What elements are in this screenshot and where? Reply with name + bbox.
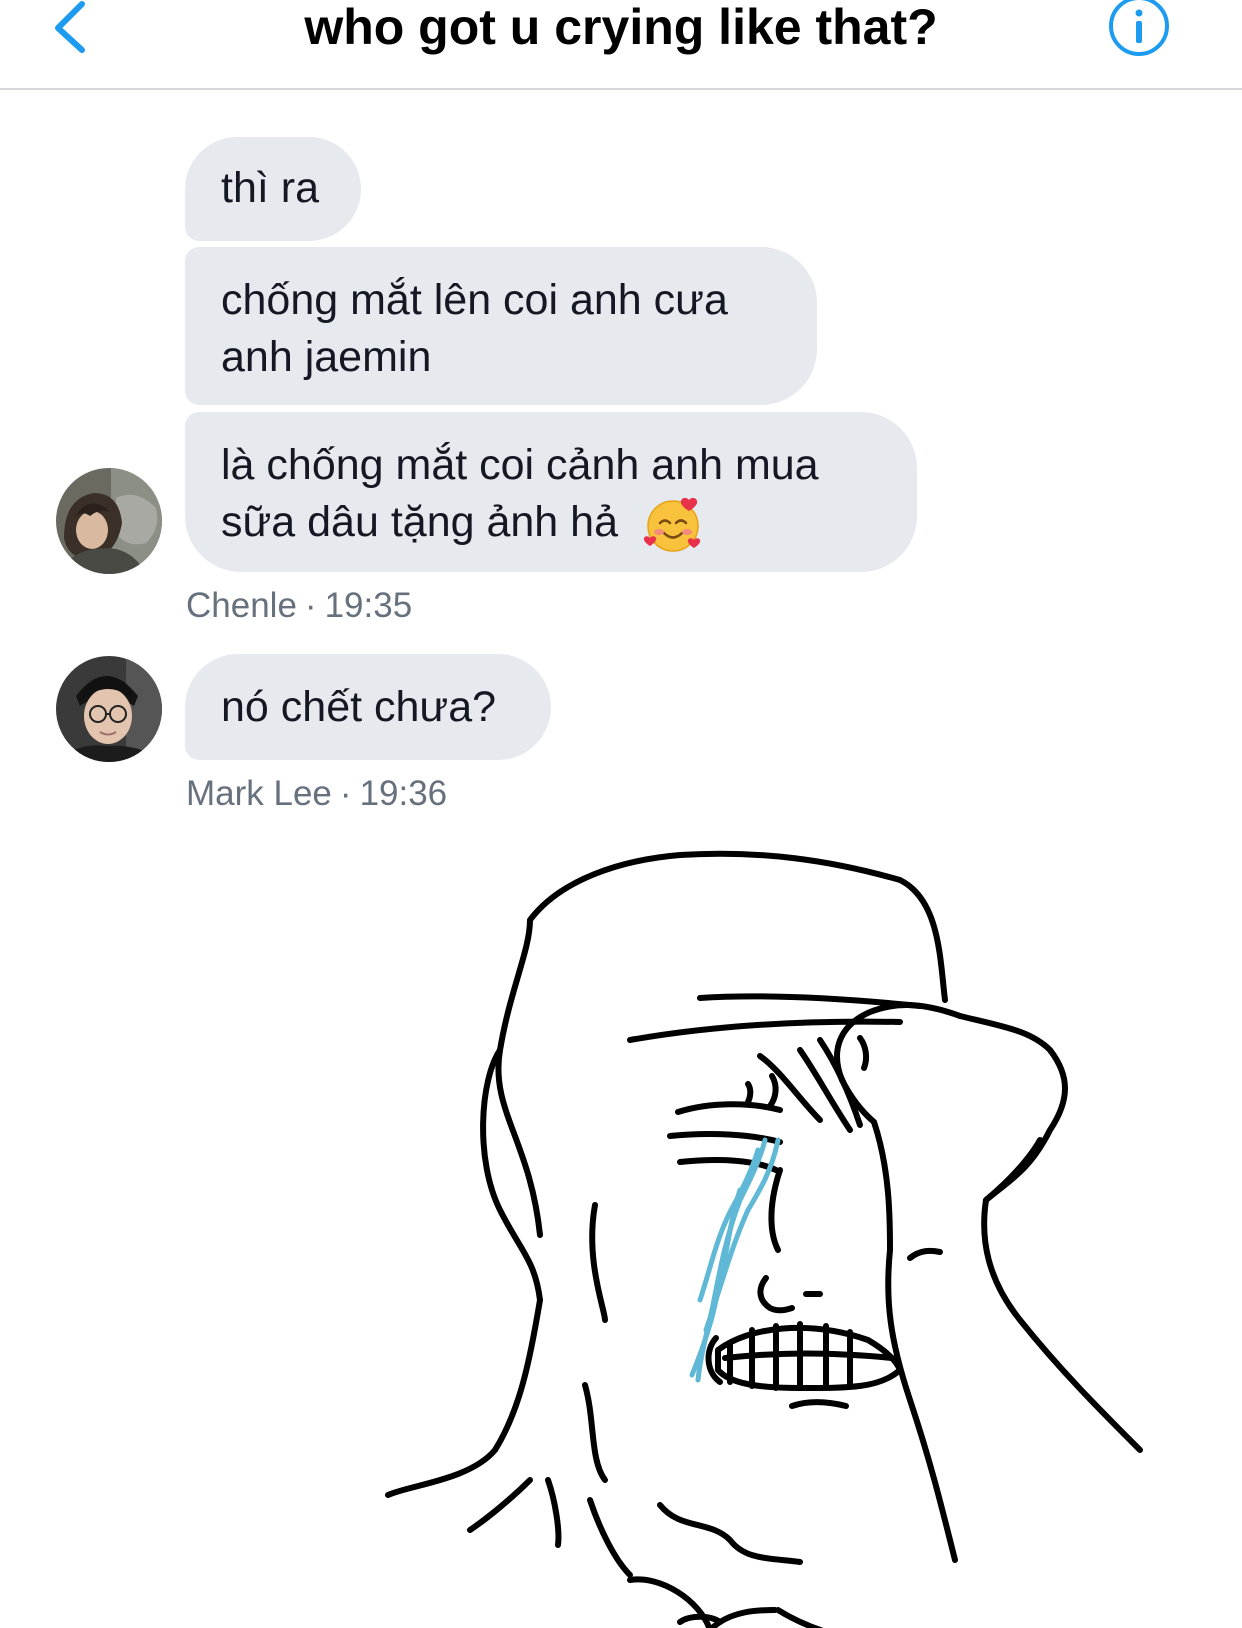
smiling-face-with-hearts-emoji <box>643 496 702 554</box>
message-text-line: anh jaemin <box>221 333 432 381</box>
message-time: 19:35 <box>324 586 413 625</box>
sender-name: Chenle <box>186 586 297 625</box>
message-bubble[interactable]: thì ra <box>185 137 361 241</box>
message-text: thì ra <box>221 164 319 212</box>
message-text-line: chống mắt lên coi anh cưa <box>221 276 728 324</box>
message-time: 19:36 <box>359 774 448 813</box>
conversation-title: who got u crying like that? <box>304 0 938 55</box>
avatar-chenle[interactable] <box>56 468 162 574</box>
info-icon <box>1109 0 1169 56</box>
message-bubble[interactable]: là chống mắt coi cảnh anh mua sữa dâu tặ… <box>185 412 917 572</box>
message-bubble[interactable]: chống mắt lên coi anh cưa anh jaemin <box>185 247 817 405</box>
message-text-line-with-emoji: sữa dâu tặng ảnh hả <box>221 494 881 554</box>
sender-name: Mark Lee <box>186 774 332 813</box>
message-meta: Chenle · 19:35 <box>186 586 412 626</box>
navigation-bar: who got u crying like that? <box>0 0 1242 90</box>
message-bubble[interactable]: nó chết chưa? <box>185 654 551 760</box>
meta-separator: · <box>304 586 317 625</box>
meta-separator: · <box>339 774 352 813</box>
message-text-line: là chống mắt coi cảnh anh mua <box>221 441 819 489</box>
message-text: nó chết chưa? <box>221 683 497 731</box>
avatar-mark-lee[interactable] <box>56 656 162 762</box>
info-button[interactable] <box>1107 0 1171 56</box>
message-meta: Mark Lee · 19:36 <box>186 774 447 814</box>
message-text: sữa dâu tặng ảnh hả <box>221 498 618 546</box>
tear-streaks <box>689 1137 781 1383</box>
dm-conversation-screen: who got u crying like that? thì ra chống… <box>0 0 1242 1628</box>
